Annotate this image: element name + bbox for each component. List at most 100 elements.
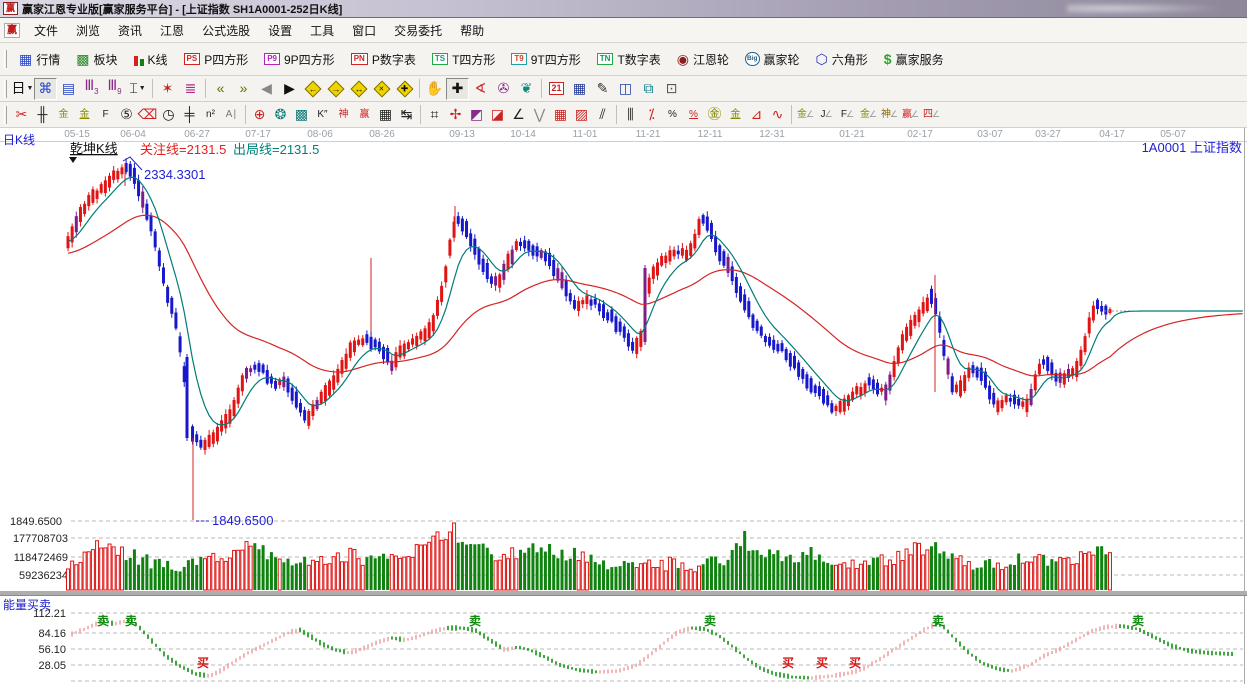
circle-cross-button[interactable]: ⊕ [249,104,270,126]
ruler-2-button[interactable]: ╪ [179,104,200,126]
f-gate-button[interactable]: F [95,104,116,126]
winner-wheel-button[interactable]: Big赢家轮 [737,45,808,73]
zoom-all-button[interactable]: ✚ [393,78,416,100]
fan-box-red-button[interactable]: ◪ [487,104,508,126]
f-angle-button[interactable]: F∠ [837,104,858,126]
zoom-left-button[interactable]: ← [301,78,324,100]
menu-item-9[interactable]: 帮助 [451,19,493,42]
calendar-button[interactable]: 21 [545,78,568,100]
angle-lines-button[interactable]: ∠ [508,104,529,126]
shen-angle-button[interactable]: 神∠ [879,104,900,126]
menu-item-1[interactable]: 浏览 [67,19,109,42]
toolbar-grip[interactable] [4,80,7,98]
chart-canvas[interactable]: 17770870311847246959236234112.2184.1656.… [0,128,1247,684]
zoom-out-button[interactable]: × [370,78,393,100]
fan-red-button[interactable]: ✢ [445,104,466,126]
gold-gate-1-button[interactable]: 金 [53,104,74,126]
grid-ruler-button[interactable]: ╫ [32,104,53,126]
check-lines-button[interactable]: ⋁ [529,104,550,126]
gold-angle-2-button[interactable]: 金∠ [858,104,879,126]
gold-lines-button[interactable]: 金 [725,104,746,126]
gold-circle-button[interactable]: ㊎ [704,104,725,126]
menu-item-0[interactable]: 文件 [25,19,67,42]
9p-square-button[interactable]: P99P四方形 [256,45,342,73]
j-angle-button[interactable]: J∠ [816,104,837,126]
shen-grid-button[interactable]: 神 [333,104,354,126]
prev-bar-button[interactable]: ◀ [255,78,278,100]
candle-style-button[interactable]: ⌶▼ [126,78,149,100]
gann-figure-button[interactable]: ✶ [156,78,179,100]
kline-button[interactable]: K线 [126,45,176,73]
menu-item-7[interactable]: 窗口 [343,19,385,42]
draw-knife-button[interactable]: ✂ [11,104,32,126]
percent-strike-button[interactable]: ⁒ [641,104,662,126]
quotes-button[interactable]: ▦行情 [11,45,68,73]
menu-item-3[interactable]: 江恩 [151,19,193,42]
menu-item-8[interactable]: 交易委托 [385,19,451,42]
zoom-horizontal-button[interactable]: ↔ [347,78,370,100]
time-cycle-button[interactable]: ◷ [158,104,179,126]
histogram-button[interactable]: ≣ [179,78,202,100]
flag-one-button[interactable]: ⊿ [746,104,767,126]
p-number-table-button[interactable]: PNP数字表 [343,45,424,73]
save-button[interactable]: ◫ [614,78,637,100]
t-number-table-button[interactable]: TNT数字表 [589,45,669,73]
t-square-button[interactable]: TST四方形 [424,45,504,73]
crosshair-button[interactable]: ✚ [446,78,469,100]
gann-pattern-button[interactable]: ⌘ [34,78,57,100]
gann-wheel-button[interactable]: ◉江恩轮 [669,45,737,73]
four-angle-button[interactable]: 四∠ [921,104,942,126]
mind-tool-button[interactable]: ❦ [515,78,538,100]
five-spiral-button[interactable]: ⑤ [116,104,137,126]
star-circle-button[interactable]: ❂ [270,104,291,126]
sectors-button[interactable]: ▩板块 [68,45,125,73]
calculator-button[interactable]: ▦ [568,78,591,100]
percent-button[interactable]: % [662,104,683,126]
last-page-button[interactable]: » [232,78,255,100]
gann-doll-button[interactable]: ✇ [492,78,515,100]
square-grid-button[interactable]: ▩ [291,104,312,126]
period-day-button[interactable]: 日▼ [11,78,34,100]
menu-item-5[interactable]: 设置 [259,19,301,42]
three-bars-button[interactable]: Ⅲ3 [80,78,103,100]
menu-item-6[interactable]: 工具 [301,19,343,42]
winner-service-button[interactable]: $赢家服务 [876,45,952,73]
angle-tool-button[interactable]: ∢ [469,78,492,100]
span-tool-button[interactable]: ↹ [396,104,417,126]
eraser-button[interactable]: ⌫ [137,104,158,126]
menu-item-4[interactable]: 公式选股 [193,19,259,42]
next-bar-button[interactable]: ▶ [278,78,301,100]
toolbar-grip[interactable] [4,106,7,124]
pan-hand-button[interactable]: ✋ [423,78,446,100]
terminal-button[interactable]: ⊡ [660,78,683,100]
info-view-button[interactable]: ▤ [57,78,80,100]
price-bars-button[interactable]: ⫼ [620,104,641,126]
text-note-button[interactable]: A∣ [221,104,242,126]
red-grid-diag-button[interactable]: ▨ [571,104,592,126]
axis-box-button[interactable]: ⌗ [424,104,445,126]
fan-box-purple-button[interactable]: ◩ [466,104,487,126]
nine-bars-button[interactable]: Ⅲ9 [103,78,126,100]
zoom-right-button[interactable]: → [324,78,347,100]
overlay-dropdown-qiankun-kline[interactable]: 乾坤K线 [70,141,118,156]
win-angle-button[interactable]: 赢∠ [900,104,921,126]
notes-button[interactable]: ✎ [591,78,614,100]
parallel-lines-button[interactable]: ⫽ [592,104,613,126]
hexagon-button[interactable]: ⬡六角形 [808,45,876,73]
k-mark-button[interactable]: Κ″ [312,104,333,126]
percent-line-button[interactable]: % [683,104,704,126]
grid-123-button[interactable]: ▦ [375,104,396,126]
n-squared-button[interactable]: n² [200,104,221,126]
first-page-button[interactable]: « [209,78,232,100]
gold-angle-button[interactable]: 金∠ [795,104,816,126]
win-grid-button[interactable]: 赢 [354,104,375,126]
remote-pc-button[interactable]: ⧉ [637,78,660,100]
overlay-dropdown-arrow-icon[interactable] [69,157,77,163]
wave-button[interactable]: ∿ [767,104,788,126]
gold-gate-2-button[interactable]: 金 [74,104,95,126]
9t-square-button[interactable]: T99T四方形 [503,45,588,73]
toolbar-grip[interactable] [4,50,7,68]
red-grid-button[interactable]: ▦ [550,104,571,126]
window-titlebar[interactable]: 赢 赢家江恩专业版[赢家服务平台] - [上证指数 SH1A0001-252日K… [0,0,1247,18]
p-square-button[interactable]: PSP四方形 [176,45,257,73]
